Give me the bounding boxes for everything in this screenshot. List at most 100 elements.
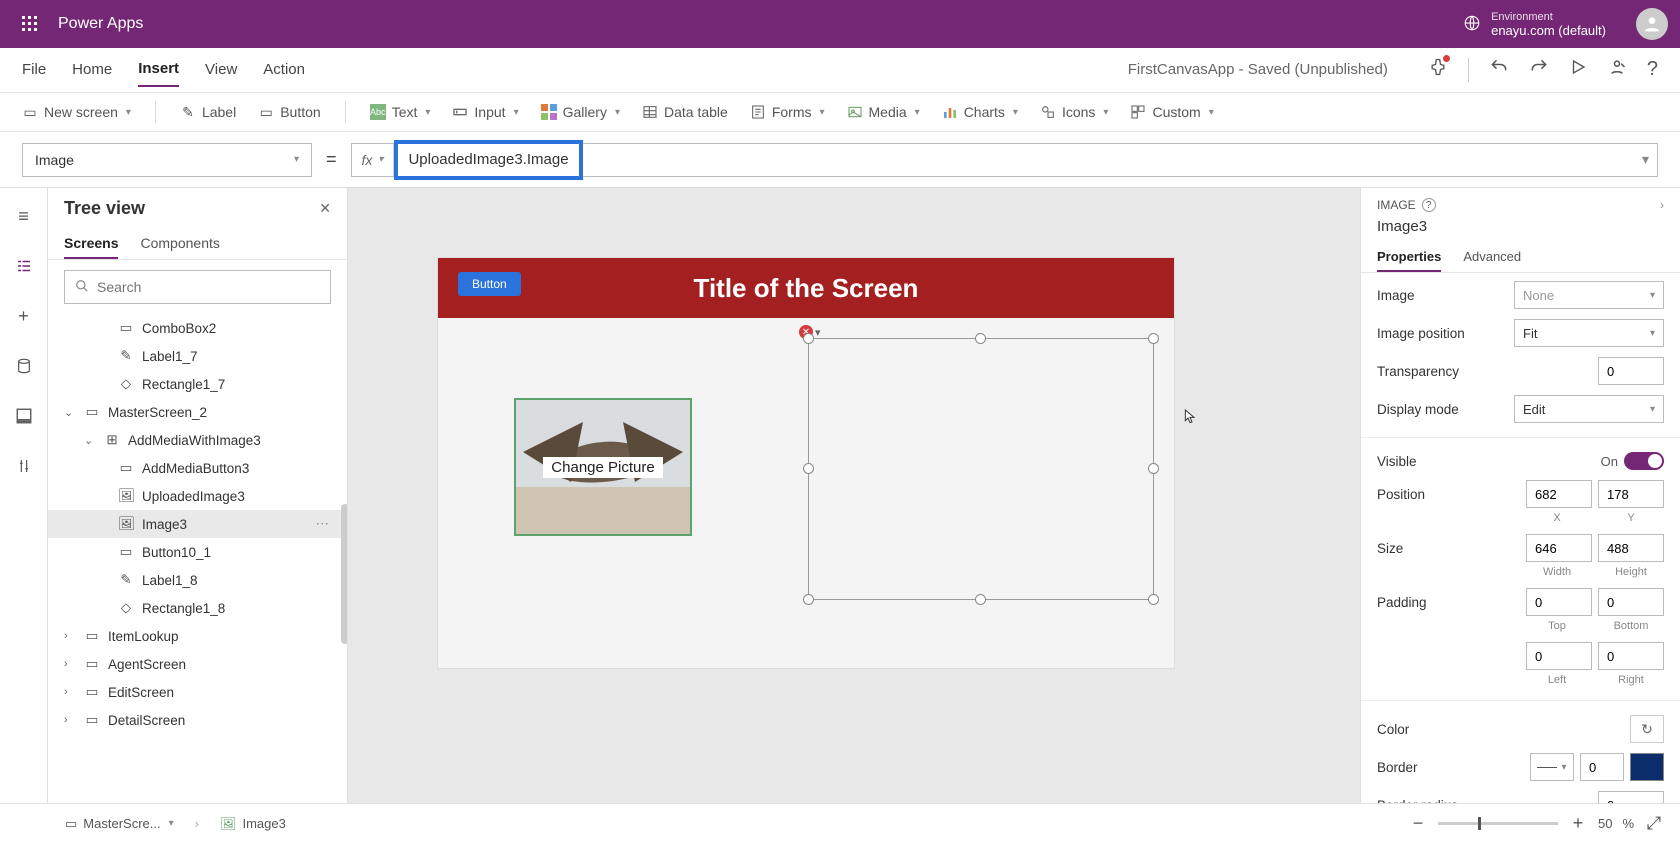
breadcrumb-element[interactable]: 🖼Image3 [211, 811, 295, 837]
tab-screens[interactable]: Screens [64, 229, 118, 259]
tree-item-AddMediaButton3[interactable]: ▭AddMediaButton3 [48, 454, 347, 482]
data-icon[interactable] [10, 352, 38, 380]
app-checker-icon[interactable] [1428, 57, 1448, 82]
formula-expand-icon[interactable]: ▾ [1634, 151, 1657, 168]
insert-forms[interactable]: Forms▾ [750, 104, 825, 120]
tree-item-Button10_1[interactable]: ▭Button10_1 [48, 538, 347, 566]
menu-action[interactable]: Action [263, 53, 305, 86]
menu-insert[interactable]: Insert [138, 52, 179, 87]
insert-charts[interactable]: Charts▾ [942, 104, 1018, 120]
tree-item-UploadedImage3[interactable]: 🖼UploadedImage3 [48, 482, 347, 510]
tree-item-Label1_7[interactable]: ✎Label1_7 [48, 342, 347, 370]
prop-image-position-select[interactable]: Fit▾ [1514, 319, 1664, 347]
resize-handle[interactable] [803, 463, 814, 474]
scrollbar-thumb[interactable] [341, 504, 347, 644]
input-icon [452, 104, 468, 120]
custom-icon [1130, 104, 1146, 120]
chevron-right-icon[interactable]: › [1660, 198, 1664, 212]
fit-to-window-icon[interactable]: ⤢ [1644, 813, 1664, 834]
prop-size-w[interactable] [1526, 534, 1592, 562]
insert-label[interactable]: ✎Label [180, 104, 236, 120]
prop-pad-bottom[interactable] [1598, 588, 1664, 616]
canvas-screen[interactable]: Button Title of the Screen Change Pictur… [438, 258, 1174, 668]
media-upload-control[interactable]: Change Picture [514, 398, 692, 536]
tree-item-MasterScreen_2[interactable]: ⌄▭MasterScreen_2 [48, 398, 347, 426]
zoom-out-button[interactable]: − [1408, 813, 1428, 834]
formula-property-dropdown[interactable]: Image ▾ [22, 143, 312, 177]
insert-icons[interactable]: Icons▾ [1040, 104, 1109, 120]
resize-handle[interactable] [1148, 594, 1159, 605]
prop-size-h[interactable] [1598, 534, 1664, 562]
close-icon[interactable]: ✕ [319, 200, 331, 217]
menu-view[interactable]: View [205, 53, 237, 86]
share-icon[interactable] [1607, 57, 1627, 82]
insert-gallery[interactable]: Gallery▾ [541, 104, 620, 120]
prop-tab-advanced[interactable]: Advanced [1463, 243, 1521, 272]
insert-media[interactable]: Media▾ [847, 104, 920, 120]
menu-home[interactable]: Home [72, 53, 112, 86]
info-icon[interactable]: ? [1422, 198, 1436, 212]
undo-icon[interactable] [1489, 57, 1509, 82]
prop-visible-toggle[interactable] [1624, 452, 1664, 470]
add-icon[interactable]: + [10, 302, 38, 330]
selected-image3[interactable]: ✕▾ [808, 338, 1154, 600]
tree-item-Rectangle1_7[interactable]: ◇Rectangle1_7 [48, 370, 347, 398]
tab-components[interactable]: Components [140, 229, 219, 259]
formula-bar[interactable]: fx▾ UploadedImage3.Image ▾ [351, 143, 1658, 177]
insert-text[interactable]: AbcText▾ [370, 104, 431, 120]
prop-position-y[interactable] [1598, 480, 1664, 508]
redo-icon[interactable] [1529, 57, 1549, 82]
tools-icon[interactable] [10, 452, 38, 480]
resize-handle[interactable] [1148, 463, 1159, 474]
play-icon[interactable] [1569, 58, 1587, 81]
zoom-in-button[interactable]: + [1568, 813, 1588, 834]
tree-item-AddMediaWithImage3[interactable]: ⌄⊞AddMediaWithImage3 [48, 426, 347, 454]
prop-pad-left[interactable] [1526, 642, 1592, 670]
tree-item-ComboBox2[interactable]: ▭ComboBox2 [48, 314, 347, 342]
tree-view-icon[interactable] [10, 252, 38, 280]
waffle-icon[interactable] [12, 16, 48, 32]
tree-item-AgentScreen[interactable]: ›▭AgentScreen [48, 650, 347, 678]
insert-input[interactable]: Input▾ [452, 104, 518, 120]
tree-item-Label1_8[interactable]: ✎Label1_8 [48, 566, 347, 594]
insert-data-table[interactable]: Data table [642, 104, 728, 120]
new-screen-button[interactable]: ▭New screen▾ [22, 104, 131, 120]
formula-expression[interactable]: UploadedImage3.Image [408, 151, 568, 168]
prop-transparency-input[interactable] [1598, 357, 1664, 385]
resize-handle[interactable] [975, 333, 986, 344]
prop-border-color[interactable] [1630, 753, 1664, 781]
prop-position-x[interactable] [1526, 480, 1592, 508]
prop-border-style[interactable]: ▾ [1530, 753, 1574, 781]
change-picture-label[interactable]: Change Picture [543, 457, 662, 478]
insert-custom[interactable]: Custom▾ [1130, 104, 1213, 120]
resize-handle[interactable] [803, 594, 814, 605]
prop-pad-top[interactable] [1526, 588, 1592, 616]
menu-file[interactable]: File [22, 53, 46, 86]
prop-display-mode-select[interactable]: Edit▾ [1514, 395, 1664, 423]
resize-handle[interactable] [975, 594, 986, 605]
resize-handle[interactable] [1148, 333, 1159, 344]
prop-tab-properties[interactable]: Properties [1377, 243, 1441, 272]
prop-image-select[interactable]: None▾ [1514, 281, 1664, 309]
prop-border-radius[interactable] [1598, 791, 1664, 803]
tree-item-Rectangle1_8[interactable]: ◇Rectangle1_8 [48, 594, 347, 622]
avatar[interactable] [1636, 8, 1668, 40]
prop-pad-right[interactable] [1598, 642, 1664, 670]
canvas-button[interactable]: Button [458, 272, 521, 296]
environment-picker[interactable]: Environment enayu.com (default) [1449, 11, 1620, 38]
prop-color-reset[interactable]: ↻ [1630, 715, 1664, 743]
breadcrumb-screen[interactable]: ▭MasterScre...▾ [56, 811, 183, 837]
media-rail-icon[interactable] [10, 402, 38, 430]
tree-search[interactable] [64, 270, 331, 304]
tree-item-ItemLookup[interactable]: ›▭ItemLookup [48, 622, 347, 650]
insert-button[interactable]: ▭Button [258, 104, 320, 120]
tree-item-EditScreen[interactable]: ›▭EditScreen [48, 678, 347, 706]
hamburger-icon[interactable]: ≡ [10, 202, 38, 230]
help-icon[interactable]: ? [1647, 58, 1658, 81]
tree-item-Image3[interactable]: 🖼Image3⋯ [48, 510, 347, 538]
search-input[interactable] [97, 279, 320, 295]
prop-border-width[interactable] [1580, 753, 1624, 781]
tree-item-DetailScreen[interactable]: ›▭DetailScreen [48, 706, 347, 734]
resize-handle[interactable] [803, 333, 814, 344]
zoom-slider[interactable] [1438, 822, 1558, 825]
